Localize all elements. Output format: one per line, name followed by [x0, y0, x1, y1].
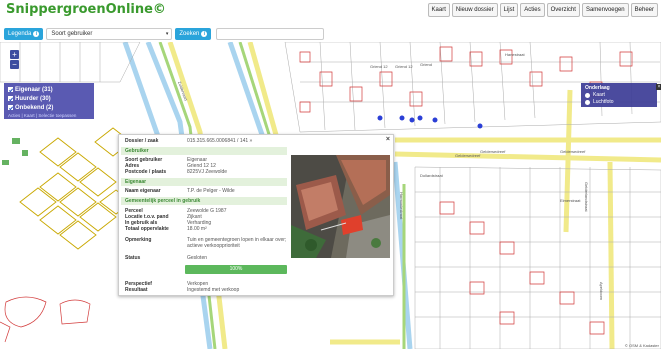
section-perceel: Gemeentelijk perceel in gebruik [121, 197, 287, 205]
zoom-out-button[interactable]: − [10, 60, 19, 69]
checkbox[interactable] [8, 105, 13, 110]
parcel-info-popup: × Dossier / zaak 015.315.665.0006841 / 1… [118, 134, 394, 296]
base-layer-option-label: Kaart [593, 92, 605, 98]
street-label: Elmerstraat [560, 198, 581, 203]
legend-item-label: Huurder (30) [15, 95, 51, 102]
info-value: 8225VJ Zeewolde [187, 169, 228, 175]
aerial-photo [291, 155, 390, 258]
nav-nieuw-dossier-button[interactable]: Nieuw dossier [451, 3, 498, 17]
close-icon[interactable]: × [656, 84, 661, 90]
status-progress-bar: 100% [185, 265, 287, 274]
street-label: Geldersedreef [480, 149, 506, 154]
info-key: Postcode / plaats [125, 169, 167, 175]
status-value: Gesloten [187, 255, 208, 261]
yellow-parcel-cluster [19, 127, 133, 250]
legend-item-label: Onbekend (2) [15, 104, 54, 111]
search-type-value: Soort gebruiker [51, 31, 93, 37]
search-bar: Legenda i Soort gebruiker ▾ Zoeken i [4, 28, 325, 40]
info-row: Naam eigenaar T.P. de Pelger - Wilde [125, 188, 285, 194]
resultaat-value: Ingestemd met verkoop [187, 287, 240, 293]
info-row: Postcode / plaats 8225VJ Zeewolde [125, 169, 285, 175]
nav-kaart-button[interactable]: Kaart [427, 3, 450, 17]
nav-overzicht-button[interactable]: Overzicht [546, 3, 580, 17]
info-value: 18.00 m² [187, 226, 207, 232]
status-row: Status Gesloten [125, 255, 285, 261]
base-layer-panel: Onderlaag Kaart Luchtfoto × [581, 83, 661, 107]
base-layer-option-label: Luchtfoto [593, 99, 614, 105]
opmerking-row: Opmerking Tuin en gemeentegroen lopen in… [125, 237, 293, 249]
info-row: Totaal oppervlakte 18.00 m² [125, 226, 285, 232]
opmerking-value: Tuin en gemeentegroen lopen in elkaar ov… [187, 237, 287, 249]
info-value: T.P. de Pelger - Wilde [187, 188, 235, 194]
search-type-select[interactable]: Soort gebruiker ▾ [46, 28, 173, 40]
street-label: Gelderlandstraat [584, 182, 589, 212]
dossier-link[interactable]: 015.315.665.0006841 / 141 » [187, 138, 252, 144]
legend-button[interactable]: Legenda i [4, 28, 44, 40]
base-layer-option-kaart[interactable]: Kaart [585, 92, 653, 98]
legend-item-onbekend[interactable]: Onbekend (2) [8, 103, 90, 112]
legend-links[interactable]: Acties | Kaart | Selectie toepassen [8, 113, 90, 118]
legend-item-eigenaar[interactable]: Eigenaar (31) [8, 85, 90, 94]
section-gebruiker: Gebruiker [121, 147, 287, 155]
dossier-label: Dossier / zaak [125, 138, 159, 144]
info-icon: i [201, 31, 208, 37]
checkbox[interactable] [8, 96, 13, 101]
radio-button[interactable] [585, 92, 590, 98]
section-eigenaar: Eigenaar [121, 178, 287, 186]
chevron-down-icon: ▾ [165, 31, 169, 37]
info-icon: i [33, 31, 40, 37]
street-label: Hanestraat [505, 52, 525, 57]
search-button[interactable]: Zoeken i [175, 28, 212, 40]
legend-item-huurder[interactable]: Huurder (30) [8, 94, 90, 103]
legend-button-label: Legenda [8, 31, 32, 37]
base-layer-option-luchtfoto[interactable]: Luchtfoto [585, 99, 653, 105]
street-label: Harmoniestraat [399, 192, 404, 220]
info-key: Naam eigenaar [125, 188, 161, 194]
street-label: Geldersedreef [455, 153, 481, 158]
aerial-photo-image [291, 155, 390, 258]
search-input[interactable] [216, 28, 325, 40]
street-label: Dollardstraat [420, 173, 444, 178]
resultaat-row: Resultaat Ingestemd met verkoop [125, 287, 285, 293]
app-title[interactable]: SnippergroenOnline© [6, 2, 166, 17]
legend-item-label: Eigenaar (31) [15, 86, 53, 93]
checkbox[interactable] [8, 87, 13, 92]
zoom-control: + − [10, 50, 19, 69]
close-icon[interactable]: × [386, 136, 390, 143]
street-label: Griend 12 [370, 64, 388, 69]
nav-beheer-button[interactable]: Beheer [630, 3, 658, 17]
nav-acties-button[interactable]: Acties [520, 3, 545, 17]
location-markers[interactable] [377, 115, 483, 129]
street-label: Griend [420, 62, 432, 67]
legend-panel: Eigenaar (31) Huurder (30) Onbekend (2) … [4, 83, 94, 119]
base-layer-title: Onderlaag [585, 85, 610, 91]
green-parcels [2, 138, 28, 165]
map-attribution: © OSM & Kadaster [624, 343, 659, 348]
top-navigation: Kaart Nieuw dossier Lijst Acties Overzic… [427, 3, 658, 17]
opmerking-label: Opmerking [125, 237, 152, 243]
zoom-in-button[interactable]: + [10, 50, 19, 59]
search-button-label: Zoeken [179, 31, 200, 37]
dossier-row: Dossier / zaak 015.315.665.0006841 / 141… [125, 138, 285, 144]
radio-button[interactable] [585, 99, 590, 105]
street-label: Apeldoorn [599, 282, 604, 300]
info-key: Totaal oppervlakte [125, 226, 169, 232]
street-label: Geldersedreef [560, 149, 586, 154]
status-label: Status [125, 255, 141, 261]
street-label: Griend 12 [395, 64, 413, 69]
nav-lijst-button[interactable]: Lijst [499, 3, 519, 17]
nav-samenvoegen-button[interactable]: Samenvoegen [581, 3, 629, 17]
resultaat-label: Resultaat [125, 287, 148, 293]
